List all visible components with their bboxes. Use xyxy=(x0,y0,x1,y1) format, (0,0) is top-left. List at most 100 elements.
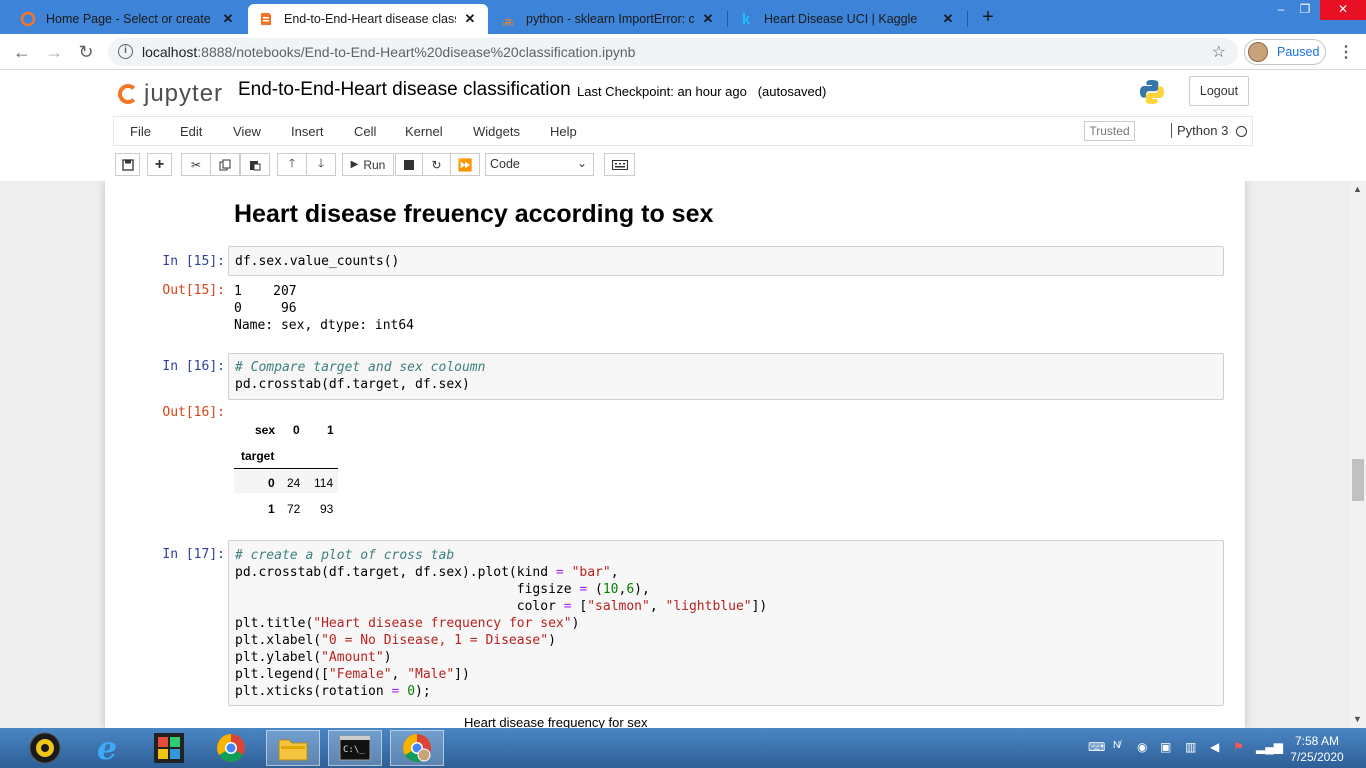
save-icon[interactable] xyxy=(115,153,140,176)
reload-icon[interactable]: ↻ xyxy=(74,40,98,64)
kaggle-icon: k xyxy=(741,10,751,28)
in-prompt: In [17]: xyxy=(162,547,225,562)
code-block: # Compare target and sex coloumn pd.cros… xyxy=(235,360,486,392)
new-tab-button[interactable]: + xyxy=(976,6,1000,30)
file-explorer-icon[interactable] xyxy=(266,730,320,766)
jupyter-icon xyxy=(20,11,36,27)
message-icon[interactable]: ⌨ xyxy=(1088,740,1105,754)
keyboard-icon[interactable] xyxy=(604,153,635,176)
restore-button[interactable]: ❐ xyxy=(1290,0,1320,20)
notebook-scroll-area[interactable]: Heart disease freuency according to sex … xyxy=(0,181,1350,728)
cell-type-select[interactable]: Code ⌄ xyxy=(485,153,594,176)
bookmark-star-icon[interactable]: ☆ xyxy=(1212,42,1226,62)
tab-notebook[interactable]: End-to-End-Heart disease classifi ✕ xyxy=(248,4,488,34)
address-bar[interactable]: i localhost:8888/notebooks/End-to-End-He… xyxy=(108,38,1238,66)
internet-explorer-icon[interactable]: e xyxy=(80,729,134,767)
insert-cell-plus-icon[interactable]: + xyxy=(147,153,172,176)
table-cell: 24 xyxy=(287,476,301,490)
menu-edit[interactable]: Edit xyxy=(180,124,202,139)
menu-kernel[interactable]: Kernel xyxy=(405,124,443,139)
browser-menu-icon[interactable]: ⋮ xyxy=(1338,42,1354,62)
move-down-arrow-icon[interactable]: 🡓 xyxy=(306,153,336,176)
tab-stackoverflow[interactable]: python - sklearn ImportError: can ✕ xyxy=(490,4,726,34)
row-index: 1 xyxy=(268,502,275,516)
paste-icon[interactable] xyxy=(240,153,270,176)
menu-insert[interactable]: Insert xyxy=(291,124,324,139)
url-text[interactable]: localhost:8888/notebooks/End-to-End-Hear… xyxy=(142,44,635,60)
notebook-name[interactable]: End-to-End-Heart disease classification xyxy=(238,79,571,101)
chrome-icon[interactable] xyxy=(204,730,258,766)
move-up-arrow-icon[interactable]: 🡑 xyxy=(277,153,307,176)
run-button[interactable]: ▶ Run xyxy=(342,153,394,176)
trusted-indicator[interactable]: Trusted xyxy=(1084,121,1135,141)
in-prompt: In [16]: xyxy=(162,359,225,374)
code-cell-input[interactable]: df.sex.value_counts() xyxy=(228,246,1224,276)
menu-widgets[interactable]: Widgets xyxy=(473,124,520,139)
window-close-button[interactable]: ✕ xyxy=(1320,0,1366,20)
close-icon[interactable]: ✕ xyxy=(220,11,236,27)
vertical-scrollbar[interactable]: ▲ ▼ xyxy=(1350,181,1366,728)
menu-cell[interactable]: Cell xyxy=(354,124,376,139)
tab-home-page[interactable]: Home Page - Select or create a n ✕ xyxy=(10,4,246,34)
jupyter-header: jupyter End-to-End-Heart disease classif… xyxy=(0,70,1366,181)
col-header: 0 xyxy=(293,423,300,437)
chevron-down-icon: ⌄ xyxy=(576,156,587,170)
language-icon[interactable]: N̸ xyxy=(1113,740,1120,751)
browser-toolbar: ← → ↻ i localhost:8888/notebooks/End-to-… xyxy=(0,34,1366,70)
fast-forward-icon[interactable]: ⏩ xyxy=(450,153,480,176)
in-prompt: In [15]: xyxy=(162,254,225,269)
tab-separator xyxy=(967,11,968,27)
scroll-up-arrow-icon[interactable]: ▲ xyxy=(1353,184,1362,194)
scroll-down-arrow-icon[interactable]: ▼ xyxy=(1353,714,1362,724)
close-icon[interactable]: ✕ xyxy=(462,11,478,27)
system-clock[interactable]: 7:58 AM 7/25/2020 xyxy=(1286,733,1348,765)
menu-help[interactable]: Help xyxy=(550,124,577,139)
avatar xyxy=(1248,42,1268,62)
tab-kaggle[interactable]: k Heart Disease UCI | Kaggle ✕ xyxy=(728,4,966,34)
row-index: 0 xyxy=(268,476,275,490)
info-icon[interactable]: i xyxy=(118,44,133,59)
command-prompt-icon[interactable]: C:\_ xyxy=(328,730,382,766)
jupyter-logo[interactable]: jupyter xyxy=(118,78,223,110)
restart-icon[interactable]: ↻ xyxy=(422,153,451,176)
markdown-heading: Heart disease freuency according to sex xyxy=(234,200,714,228)
code-cell-input[interactable]: # Compare target and sex coloumn pd.cros… xyxy=(228,353,1224,400)
stackoverflow-icon xyxy=(500,11,516,27)
kernel-name[interactable]: Python 3 xyxy=(1171,123,1228,138)
table-cell: 72 xyxy=(287,502,301,516)
jupyter-notebook-icon xyxy=(258,11,274,27)
cell-output: 1 207 0 96 Name: sex, dtype: int64 xyxy=(234,284,415,333)
columns-name: sex xyxy=(255,423,276,437)
notebook-menubar: File Edit View Insert Cell Kernel Widget… xyxy=(113,116,1253,146)
code-block: # create a plot of cross tab pd.crosstab… xyxy=(235,548,768,699)
checkpoint-status: Last Checkpoint: an hour ago (autosaved) xyxy=(577,84,827,99)
logout-button[interactable]: Logout xyxy=(1189,76,1249,106)
index-name: target xyxy=(241,449,275,463)
menu-view[interactable]: View xyxy=(233,124,261,139)
status-circle-icon[interactable]: ◉ xyxy=(1137,740,1147,754)
code-line: df.sex.value_counts() xyxy=(235,254,400,269)
profile-button[interactable]: Paused xyxy=(1244,39,1326,65)
interrupt-stop-icon[interactable] xyxy=(395,153,423,176)
scrollbar-thumb[interactable] xyxy=(1352,459,1364,501)
network-icon[interactable]: ▥ xyxy=(1185,740,1196,754)
volume-icon[interactable]: ◀ xyxy=(1210,740,1219,754)
back-arrow-icon[interactable]: ← xyxy=(10,40,34,64)
app-color-icon[interactable] xyxy=(142,730,196,766)
signal-icon[interactable]: ▂▄▆ xyxy=(1256,740,1283,754)
forward-arrow-icon[interactable]: → xyxy=(42,40,66,64)
flag-icon[interactable]: ⚑ xyxy=(1233,740,1244,754)
close-icon[interactable]: ✕ xyxy=(940,11,956,27)
copy-icon[interactable] xyxy=(210,153,240,176)
windows-taskbar: e C:\_ ⌨ N̸ ◉ ▣ ▥ ◀ ⚑ ▂▄▆ 7:58 AM 7/25/2… xyxy=(0,728,1366,768)
display-icon[interactable]: ▣ xyxy=(1160,740,1171,754)
code-cell-input[interactable]: # create a plot of cross tab pd.crosstab… xyxy=(228,540,1224,706)
out-prompt: Out[15]: xyxy=(162,283,225,298)
start-button[interactable] xyxy=(18,730,72,766)
plot-title: Heart disease frequency for sex xyxy=(464,715,648,728)
table-cell: 93 xyxy=(320,502,334,516)
cut-icon[interactable]: ✂ xyxy=(181,153,211,176)
close-icon[interactable]: ✕ xyxy=(700,11,716,27)
menu-file[interactable]: File xyxy=(130,124,151,139)
chrome-profile-icon[interactable] xyxy=(390,730,444,766)
